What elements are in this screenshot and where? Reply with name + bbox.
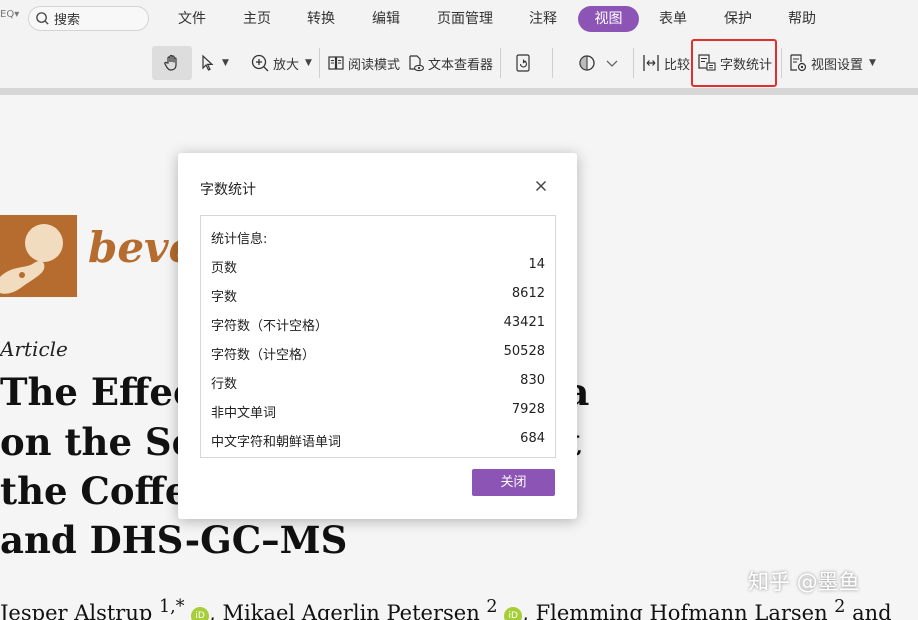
author-name: and [845, 601, 892, 620]
toolbar-separator [500, 48, 501, 78]
author-name: , Flemming Hofmann Larsen [522, 601, 835, 620]
zoom-in-button[interactable]: 放大 ▼ [250, 46, 312, 80]
view-toolbar: ▼ 放大 ▼ 阅读模式 文本查看器 比较 字数统计 视图设置 ▼ [0, 38, 918, 88]
search-tool-selector[interactable]: EQ▾ [0, 9, 19, 20]
stat-row-non-chinese-words: 非中文单词 7928 [211, 402, 545, 422]
menu-annotate[interactable]: 注释 [523, 6, 563, 32]
stat-row-cjk-words: 中文字符和朝鲜语单词 684 [211, 431, 545, 451]
stat-label: 页数 [211, 261, 238, 276]
menu-home[interactable]: 主页 [237, 6, 277, 32]
view-settings-button[interactable]: 视图设置 ▼ [788, 46, 876, 80]
stat-label: 字符数（不计空格） [211, 319, 329, 334]
journal-logo [0, 215, 77, 297]
stat-row-lines: 行数 830 [211, 373, 545, 393]
stat-value: 830 [520, 373, 545, 388]
compare-label: 比较 [664, 57, 691, 73]
search-icon [36, 12, 49, 25]
search-box[interactable]: 搜索 [28, 6, 149, 31]
stat-label: 非中文单词 [211, 406, 277, 421]
menu-bar: EQ▾ 搜索 文件 主页 转换 编辑 页面管理 注释 视图 表单 保护 帮助 [0, 0, 918, 38]
stat-label: 中文字符和朝鲜语单词 [211, 435, 342, 450]
stat-value: 8612 [511, 286, 545, 301]
text-viewer-label: 文本查看器 [428, 57, 494, 73]
author-list: Jesper Alstrup 1,* iD, Mikael Agerlin Pe… [0, 597, 892, 620]
stat-label: 行数 [211, 377, 238, 392]
author-affiliation: 1,* [159, 597, 185, 617]
statistics-heading: 统计信息: [211, 232, 268, 247]
stat-value: 43421 [503, 315, 545, 330]
orcid-icon[interactable]: iD [504, 607, 523, 620]
close-x-glyph [536, 181, 546, 191]
rotate-page-button[interactable] [514, 46, 532, 80]
stat-value: 684 [520, 431, 545, 446]
stat-value: 50528 [503, 344, 545, 359]
stat-row-pages: 页数 14 [211, 257, 545, 277]
author-name: , Mikael Agerlin Petersen [209, 601, 487, 620]
author-name: Jesper Alstrup [0, 601, 159, 620]
author-affiliation: 2 [834, 597, 846, 617]
watermark-text: 知乎 @墨鱼 [748, 570, 860, 594]
menu-view[interactable]: 视图 [578, 6, 639, 32]
toolbar-bottom-border [0, 88, 918, 95]
toolbar-separator [633, 48, 634, 78]
compare-button[interactable]: 比较 [641, 46, 690, 80]
view-settings-label: 视图设置 [811, 57, 864, 73]
menu-page-management[interactable]: 页面管理 [431, 6, 499, 32]
search-label: 搜索 [54, 13, 81, 28]
toolbar-separator [781, 48, 782, 78]
orcid-icon[interactable]: iD [191, 607, 210, 620]
statistics-panel: 统计信息: 页数 14 字数 8612 字符数（不计空格） 43421 字符数（… [200, 215, 556, 458]
article-type: Article [0, 337, 68, 361]
word-count-dialog: 字数统计 统计信息: 页数 14 字数 8612 字符数（不计空格） 43421… [178, 153, 577, 519]
close-icon[interactable] [532, 177, 550, 195]
menu-protect[interactable]: 保护 [718, 6, 758, 32]
menu-file[interactable]: 文件 [172, 6, 212, 32]
toolbar-separator [552, 48, 553, 78]
zoom-in-icon [251, 54, 269, 72]
stat-value: 7928 [511, 402, 545, 417]
word-count-highlight-box [691, 39, 777, 87]
dialog-title: 字数统计 [200, 182, 256, 198]
chevron-down-icon[interactable]: ▼ [869, 58, 876, 68]
stat-row-chars-no-spaces: 字符数（不计空格） 43421 [211, 315, 545, 335]
read-mode-label: 阅读模式 [348, 57, 401, 73]
compare-icon [643, 55, 659, 71]
coffee-bean-icon [0, 224, 63, 294]
stat-label: 字数 [211, 290, 238, 305]
close-button[interactable]: 关闭 [472, 469, 555, 496]
stat-label: 字符数（计空格） [211, 348, 316, 363]
text-viewer-icon [409, 55, 425, 72]
book-icon [328, 56, 344, 70]
cursor-icon [202, 54, 214, 71]
stat-row-chars-with-spaces: 字符数（计空格） 50528 [211, 344, 545, 364]
menu-help[interactable]: 帮助 [782, 6, 822, 32]
select-tool-button[interactable]: ▼ [200, 46, 229, 80]
chevron-down-icon[interactable] [605, 58, 619, 68]
text-viewer-button[interactable]: 文本查看器 [407, 46, 493, 80]
hand-tool-button[interactable] [152, 46, 192, 80]
view-settings-icon [790, 54, 807, 72]
menu-form[interactable]: 表单 [653, 6, 693, 32]
menu-convert[interactable]: 转换 [301, 6, 341, 32]
rotate-page-icon [516, 54, 530, 72]
stat-row-words: 字数 8612 [211, 286, 545, 306]
contrast-icon [579, 55, 595, 71]
menu-edit[interactable]: 编辑 [366, 6, 406, 32]
author-affiliation: 2 [486, 597, 498, 617]
article-title-line-4: and DHS-GC–MS [0, 518, 348, 562]
hand-icon [164, 54, 177, 71]
toolbar-separator [319, 48, 320, 78]
read-mode-button[interactable]: 阅读模式 [327, 46, 400, 80]
chevron-down-icon[interactable]: ▼ [222, 58, 229, 68]
chevron-down-icon[interactable]: ▼ [305, 58, 312, 68]
stat-value: 14 [528, 257, 545, 272]
zoom-in-label: 放大 [273, 57, 300, 73]
background-mode-button[interactable] [577, 46, 619, 80]
